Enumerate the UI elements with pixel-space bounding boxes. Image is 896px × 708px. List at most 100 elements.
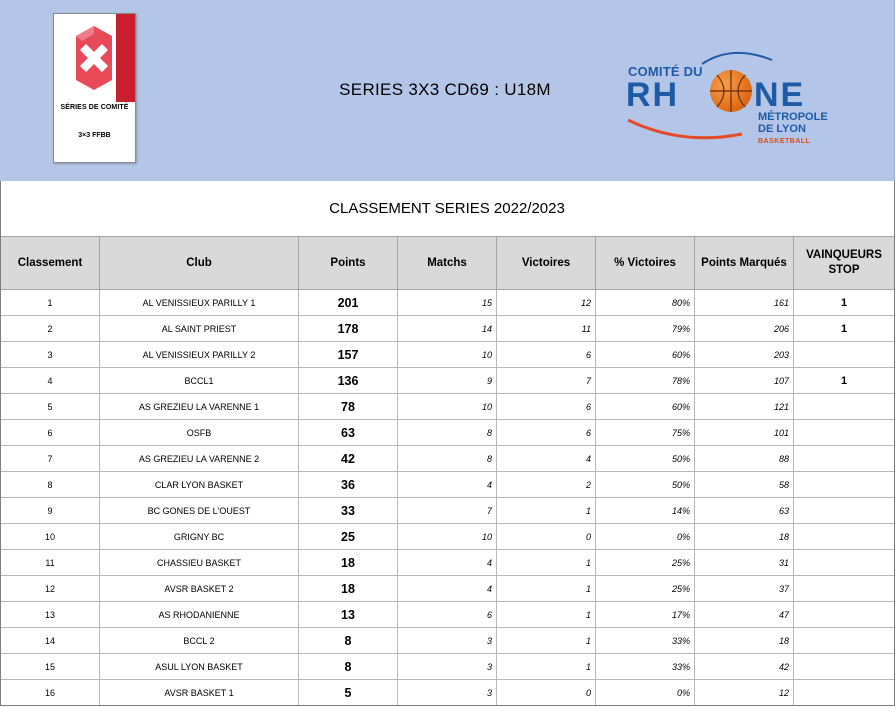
matchs-cell: 3 [397,627,497,654]
victoires-cell: 4 [496,445,596,472]
points-marques-cell: 206 [694,315,794,342]
pct-victoires-cell: 60% [595,393,695,420]
points-cell: 18 [298,549,398,576]
vainqueurs-stop-cell [793,393,895,420]
vainqueurs-stop-cell: 1 [793,367,895,394]
victoires-cell: 2 [496,471,596,498]
matchs-cell: 6 [397,601,497,628]
points-cell: 36 [298,471,398,498]
logo-right-line5: BASKETBALL [758,138,811,145]
points-marques-cell: 12 [694,679,794,706]
points-marques-cell: 37 [694,575,794,602]
3x3-series-icon [76,14,135,102]
club-cell: AL VENISSIEUX PARILLY 1 [99,289,299,316]
logo-right-line4: DE LYON [758,123,806,135]
rank-cell: 8 [0,471,100,498]
points-marques-cell: 107 [694,367,794,394]
pct-victoires-cell: 25% [595,575,695,602]
club-cell: CLAR LYON BASKET [99,471,299,498]
table-row: 10 GRIGNY BC 25 10 0 0% 18 [0,523,895,550]
points-marques-cell: 88 [694,445,794,472]
logo-right-line3: MÉTROPOLE [758,111,828,123]
rank-cell: 12 [0,575,100,602]
col-header-pct-victoires: % Victoires [595,236,695,290]
col-header-points: Points [298,236,398,290]
club-cell: OSFB [99,419,299,446]
victoires-cell: 0 [496,523,596,550]
basketball-lines-icon [710,70,752,112]
vainqueurs-stop-cell [793,471,895,498]
points-cell: 78 [298,393,398,420]
vainqueurs-stop-cell [793,549,895,576]
matchs-cell: 15 [397,289,497,316]
vainqueurs-stop-cell [793,575,895,602]
col-header-matchs: Matchs [397,236,497,290]
club-cell: AVSR BASKET 1 [99,679,299,706]
rank-cell: 5 [0,393,100,420]
points-cell: 42 [298,445,398,472]
standings-table: Classement Club Points Matchs Victoires … [0,236,895,706]
matchs-cell: 8 [397,419,497,446]
pct-victoires-cell: 50% [595,445,695,472]
victoires-cell: 12 [496,289,596,316]
victoires-cell: 7 [496,367,596,394]
points-cell: 25 [298,523,398,550]
victoires-cell: 1 [496,653,596,680]
table-row: 14 BCCL 2 8 3 1 33% 18 [0,627,895,654]
matchs-cell: 10 [397,523,497,550]
matchs-cell: 10 [397,393,497,420]
rank-cell: 6 [0,419,100,446]
table-row: 11 CHASSIEU BASKET 18 4 1 25% 31 [0,549,895,576]
points-cell: 136 [298,367,398,394]
rank-cell: 7 [0,445,100,472]
victoires-cell: 6 [496,341,596,368]
table-row: 3 AL VENISSIEUX PARILLY 2 157 10 6 60% 203 [0,341,895,368]
matchs-cell: 7 [397,497,497,524]
table-row: 15 ASUL LYON BASKET 8 3 1 33% 42 [0,653,895,680]
rank-cell: 9 [0,497,100,524]
vainqueurs-stop-cell [793,497,895,524]
header-banner: SÉRIES DE COMITÉ 3×3 FFBB SERIES 3X3 CD6… [0,0,895,181]
points-marques-cell: 203 [694,341,794,368]
table-row: 5 AS GREZIEU LA VARENNE 1 78 10 6 60% 121 [0,393,895,420]
club-cell: AS RHODANIENNE [99,601,299,628]
vainqueurs-stop-cell [793,627,895,654]
points-marques-cell: 101 [694,419,794,446]
col-header-victoires: Victoires [496,236,596,290]
vainqueurs-stop-cell [793,679,895,706]
victoires-cell: 1 [496,575,596,602]
points-marques-cell: 18 [694,523,794,550]
victoires-cell: 1 [496,627,596,654]
pct-victoires-cell: 0% [595,679,695,706]
pct-victoires-cell: 78% [595,367,695,394]
table-row: 7 AS GREZIEU LA VARENNE 2 42 8 4 50% 88 [0,445,895,472]
matchs-cell: 4 [397,575,497,602]
table-row: 4 BCCL1 136 9 7 78% 107 1 [0,367,895,394]
points-cell: 33 [298,497,398,524]
vainqueurs-stop-cell [793,419,895,446]
club-cell: BCCL 2 [99,627,299,654]
rank-cell: 15 [0,653,100,680]
club-cell: AL VENISSIEUX PARILLY 2 [99,341,299,368]
points-cell: 157 [298,341,398,368]
logo-right-metropole: MÉTROPOLE DE LYON [758,111,828,135]
points-marques-cell: 31 [694,549,794,576]
logo-left-line2: 3×3 FFBB [78,132,111,139]
points-marques-cell: 47 [694,601,794,628]
victoires-cell: 6 [496,419,596,446]
table-row: 16 AVSR BASKET 1 5 3 0 0% 12 [0,679,895,706]
points-marques-cell: 58 [694,471,794,498]
matchs-cell: 3 [397,679,497,706]
table-row: 6 OSFB 63 8 6 75% 101 [0,419,895,446]
pct-victoires-cell: 33% [595,653,695,680]
victoires-cell: 11 [496,315,596,342]
vainqueurs-stop-cell [793,653,895,680]
logo-right-ne: NE [754,76,806,114]
points-cell: 8 [298,627,398,654]
points-cell: 178 [298,315,398,342]
col-header-vainqueurs-stop: VAINQUEURS STOP [793,236,895,290]
matchs-cell: 10 [397,341,497,368]
rank-cell: 1 [0,289,100,316]
col-header-classement: Classement [0,236,100,290]
pct-victoires-cell: 17% [595,601,695,628]
